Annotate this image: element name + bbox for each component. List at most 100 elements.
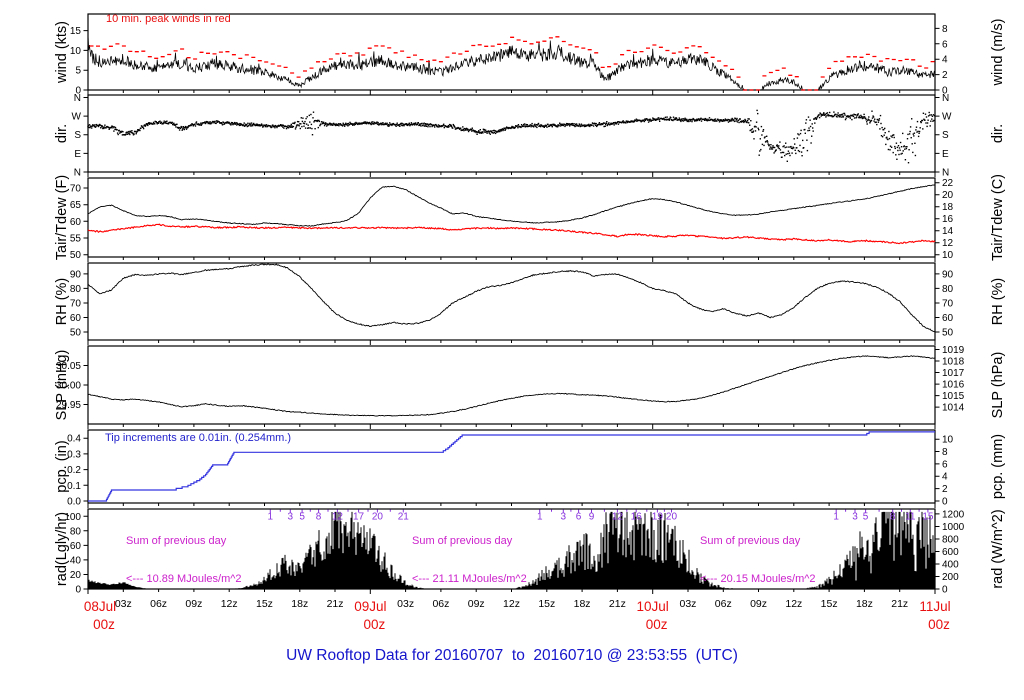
- dir-dot: [615, 122, 616, 123]
- y-ticks-temp: [84, 183, 940, 255]
- dir-dot: [159, 121, 160, 122]
- dir-dot: [480, 129, 481, 130]
- dir-dot: [301, 117, 302, 118]
- dir-dot: [887, 139, 888, 140]
- rad-hour-sum-ticks: [270, 510, 928, 513]
- dir-dot: [298, 121, 299, 122]
- dir-dot: [772, 145, 773, 146]
- dir-dot: [313, 112, 314, 113]
- dir-dot: [252, 125, 253, 126]
- dir-dot: [200, 123, 201, 124]
- x-tick-label-hour: 15z: [538, 598, 555, 610]
- dir-dot: [187, 127, 188, 128]
- dir-dot: [911, 118, 912, 119]
- dir-dot: [274, 127, 275, 128]
- rh-right-tick-label: 50: [942, 328, 954, 339]
- dir-dot: [460, 128, 461, 129]
- x-tick-label-hour: 15z: [256, 598, 273, 610]
- dir-dot: [175, 126, 176, 127]
- dir-dot: [701, 120, 702, 121]
- dir-dot: [243, 124, 244, 125]
- dir-dot: [859, 116, 860, 117]
- dir-dot: [287, 125, 288, 126]
- dir-dot: [300, 123, 301, 124]
- dir-dot: [572, 123, 573, 124]
- dir-dot: [812, 123, 813, 124]
- dir-dot: [644, 121, 645, 122]
- dir-dot: [503, 129, 504, 130]
- dir-dot: [191, 125, 192, 126]
- dir-dot: [912, 143, 913, 144]
- dir-dot: [307, 116, 308, 117]
- dir-left-tick-label: N: [74, 93, 81, 104]
- dir-dot: [589, 126, 590, 127]
- dir-dot: [303, 126, 304, 127]
- dir-left-axis-label: dir.: [54, 124, 70, 143]
- dir-dot: [250, 124, 251, 125]
- dir-dot: [386, 123, 387, 124]
- dir-dot: [733, 119, 734, 120]
- dir-dot: [760, 149, 761, 150]
- dir-dot: [780, 149, 781, 150]
- dir-dot: [912, 152, 913, 153]
- dir-dot: [777, 144, 778, 145]
- dir-dot: [533, 126, 534, 127]
- rad-hour-sum-value: 9: [589, 512, 595, 523]
- dir-dot: [878, 122, 879, 123]
- dir-dot: [750, 120, 751, 121]
- dir-dot: [799, 145, 800, 146]
- dir-left-tick-label: S: [74, 130, 81, 141]
- dir-dot: [409, 123, 410, 124]
- dir-dot: [716, 120, 717, 121]
- dir-dot: [842, 114, 843, 115]
- dir-dot: [140, 127, 141, 128]
- rad-hour-sum-value: 5: [299, 512, 305, 523]
- rad-hour-sum-value: 3: [852, 512, 858, 523]
- dir-dot: [293, 126, 294, 127]
- rad-hour-sum-value: 12: [612, 512, 624, 523]
- dir-dot: [618, 124, 619, 125]
- rad-right-tick-label: 1000: [942, 522, 965, 533]
- dir-dot: [429, 126, 430, 127]
- dir-dot: [930, 121, 931, 122]
- x-date-z-label: 00z: [93, 617, 115, 632]
- dir-dot: [854, 117, 855, 118]
- dir-dot: [895, 154, 896, 155]
- dir-dot: [787, 153, 788, 154]
- dir-dot: [737, 121, 738, 122]
- dir-dot: [145, 125, 146, 126]
- dir-dot: [885, 132, 886, 133]
- dir-dot: [128, 131, 129, 132]
- dir-dot: [290, 127, 291, 128]
- dir-dot: [434, 126, 435, 127]
- dir-dot: [886, 137, 887, 138]
- dir-dot: [917, 131, 918, 132]
- dir-dot: [596, 123, 597, 124]
- dir-dot: [785, 147, 786, 148]
- dir-dot: [176, 124, 177, 125]
- dir-dot: [295, 128, 296, 129]
- dir-dot: [795, 150, 796, 151]
- dir-dot: [809, 120, 810, 121]
- dir-dot: [564, 126, 565, 127]
- dir-dot: [888, 149, 889, 150]
- rh-left-tick-label: 80: [70, 284, 82, 295]
- temp-left-tick-label: 60: [70, 217, 82, 228]
- temp-right-tick-label: 20: [942, 190, 954, 201]
- dir-dot: [340, 123, 341, 124]
- dir-dot: [301, 126, 302, 127]
- dir-dot: [283, 127, 284, 128]
- dir-dot: [263, 126, 264, 127]
- x-ticks-rh: [88, 340, 935, 345]
- dir-dot: [94, 124, 95, 125]
- dir-right-tick-label: N: [942, 168, 949, 179]
- dir-dot: [812, 127, 813, 128]
- rad-left-tick-label: 60: [70, 541, 82, 552]
- dir-dot: [495, 133, 496, 134]
- dir-dot: [908, 162, 909, 163]
- dir-dot: [89, 127, 90, 128]
- rad-right-tick-label: 800: [942, 534, 959, 545]
- rad-hour-sum-value: 1: [833, 512, 839, 523]
- slp-line: [88, 356, 935, 416]
- dir-dot: [825, 116, 826, 117]
